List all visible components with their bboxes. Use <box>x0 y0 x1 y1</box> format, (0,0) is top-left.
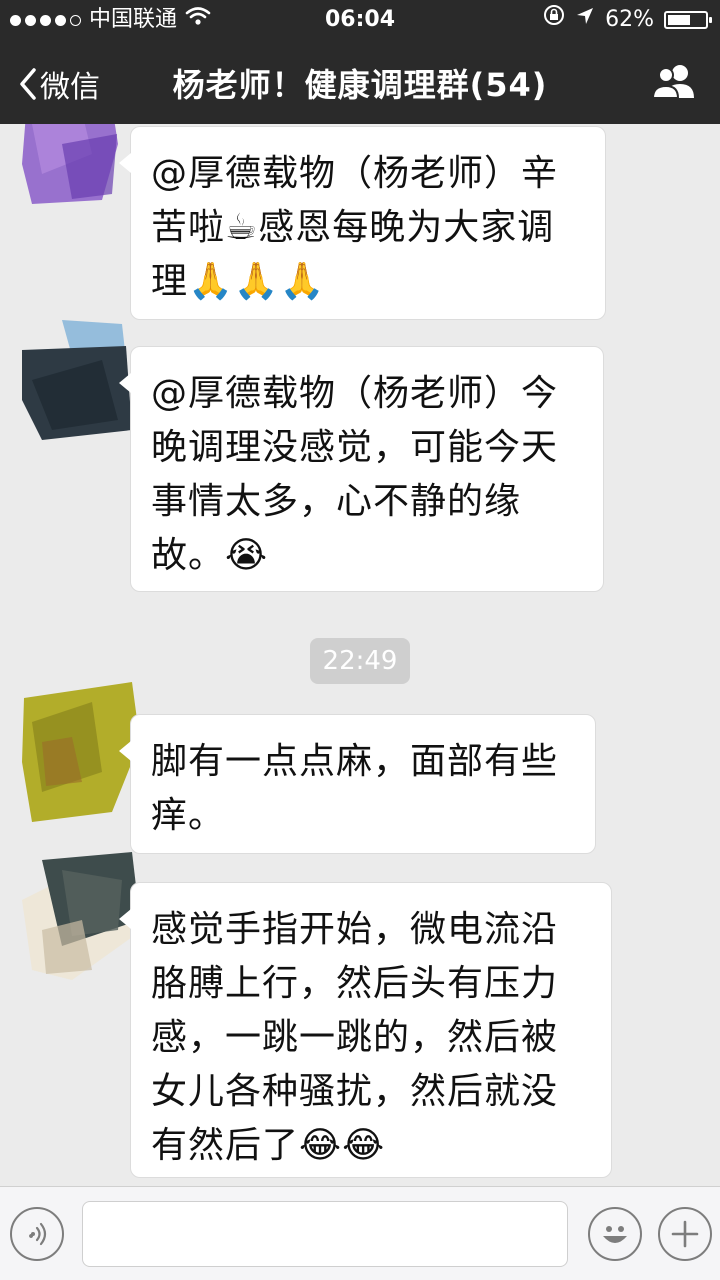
message-text: 脚有一点点麻，面部有些痒。 <box>151 741 559 836</box>
avatar[interactable] <box>22 682 140 822</box>
location-icon <box>575 0 595 40</box>
more-button[interactable] <box>658 1207 712 1261</box>
message-bubble[interactable]: @厚德载物（杨老师）今晚调理没感觉，可能今天事情太多，心不静的缘故。😭 <box>119 346 604 592</box>
top-bar: 中国联通 06:04 62% 微信 杨老师！健康调理群(54) <box>0 0 720 124</box>
message-text: @厚德载物（杨老师）今晚调理没感觉，可能今天事情太多，心不静的缘故。😭 <box>151 373 559 576</box>
message-bubble[interactable]: 脚有一点点麻，面部有些痒。 <box>119 714 596 854</box>
group-members-icon[interactable] <box>650 62 698 106</box>
message-text: @厚德载物（杨老师）辛苦啦☕感恩每晚为大家调理🙏🙏🙏 <box>151 153 559 302</box>
message-input[interactable] <box>82 1201 568 1267</box>
lock-rotation-icon <box>543 0 565 40</box>
battery-icon <box>664 11 712 29</box>
avatar[interactable] <box>22 320 132 440</box>
input-bar <box>0 1186 720 1280</box>
voice-button[interactable] <box>10 1207 64 1261</box>
status-bar: 中国联通 06:04 62% <box>0 0 720 40</box>
voice-icon <box>29 1222 47 1246</box>
message-bubble[interactable]: @厚德载物（杨老师）辛苦啦☕感恩每晚为大家调理🙏🙏🙏 <box>119 126 606 320</box>
emoji-button[interactable] <box>588 1207 642 1261</box>
emoji-icon <box>603 1226 627 1243</box>
chat-area[interactable]: @厚德载物（杨老师）辛苦啦☕感恩每晚为大家调理🙏🙏🙏 @厚德载物（杨老师）今晚调… <box>0 124 720 1186</box>
timestamp-label: 22:49 <box>310 638 410 684</box>
avatar[interactable] <box>22 124 122 214</box>
plus-icon <box>671 1220 699 1248</box>
battery-percent: 62% <box>605 7 654 32</box>
chat-title: 杨老师！健康调理群(54) <box>172 66 548 104</box>
nav-bar: 微信 杨老师！健康调理群(54) <box>0 40 720 124</box>
message-bubble[interactable]: 感觉手指开始，微电流沿胳膊上行，然后头有压力感，一跳一跳的，然后被女儿各种骚扰，… <box>119 882 612 1178</box>
avatar[interactable] <box>22 850 142 980</box>
message-text: 感觉手指开始，微电流沿胳膊上行，然后头有压力感，一跳一跳的，然后被女儿各种骚扰，… <box>151 909 559 1166</box>
